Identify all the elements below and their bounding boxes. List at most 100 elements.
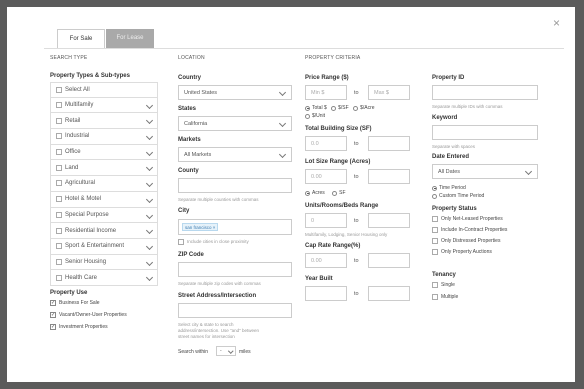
- checkbox[interactable]: [432, 216, 438, 222]
- status-auctions[interactable]: Only Property Auctions: [432, 249, 492, 255]
- checkbox[interactable]: [432, 227, 438, 233]
- radio-per-acre[interactable]: [353, 105, 359, 111]
- checkbox[interactable]: [56, 86, 62, 93]
- chevron-down-icon[interactable]: [145, 195, 154, 203]
- checkbox[interactable]: [432, 238, 438, 244]
- property-type-senior-housing[interactable]: Senior Housing: [50, 254, 158, 271]
- status-distressed[interactable]: Only Distressed Properties: [432, 238, 500, 244]
- chevron-down-icon[interactable]: [145, 117, 154, 125]
- price-min-input[interactable]: Min $: [305, 85, 347, 100]
- address-input[interactable]: [178, 303, 292, 318]
- zip-input[interactable]: [178, 262, 292, 277]
- checkbox[interactable]: [178, 239, 184, 245]
- units-max-input[interactable]: [368, 213, 410, 228]
- property-type-land[interactable]: Land: [50, 160, 158, 177]
- property-type-industrial[interactable]: Industrial: [50, 129, 158, 145]
- cap-rate-max-input[interactable]: [368, 253, 410, 268]
- building-size-min-input[interactable]: 0.0: [305, 136, 347, 151]
- checkbox[interactable]: [56, 117, 62, 124]
- radio-per-unit[interactable]: [305, 113, 310, 119]
- property-type-retail[interactable]: Retail: [50, 113, 158, 130]
- checkbox[interactable]: [56, 164, 62, 171]
- checkbox[interactable]: [56, 243, 62, 250]
- states-select[interactable]: California: [178, 116, 292, 131]
- checkbox[interactable]: [56, 180, 62, 187]
- property-type-agricultural[interactable]: Agricultural: [50, 176, 158, 192]
- property-id-input[interactable]: [432, 85, 538, 100]
- radio-per-sf[interactable]: [331, 105, 337, 111]
- keyword-input[interactable]: [432, 125, 538, 140]
- status-label: Include In-Contract Properties: [441, 227, 508, 233]
- chevron-down-icon[interactable]: [145, 180, 154, 188]
- radio-total[interactable]: [305, 105, 310, 111]
- radio-custom-time-period[interactable]: [432, 193, 437, 199]
- checkbox[interactable]: [56, 211, 62, 218]
- checkbox-checked[interactable]: ✓: [50, 300, 56, 306]
- use-business-for-sale[interactable]: ✓ Business For Sale: [50, 300, 100, 306]
- checkbox[interactable]: [432, 294, 438, 300]
- checkbox[interactable]: [56, 274, 62, 281]
- chevron-down-icon[interactable]: [145, 164, 154, 172]
- checkbox[interactable]: [56, 102, 62, 109]
- tenancy-single[interactable]: Single: [432, 282, 455, 288]
- checkbox-checked[interactable]: ✓: [50, 324, 56, 330]
- city-chip[interactable]: san francisco ×: [182, 223, 219, 231]
- property-type-select-all[interactable]: Select All: [50, 82, 158, 98]
- radio-acres[interactable]: [305, 190, 310, 196]
- markets-value: All Markets: [184, 151, 212, 158]
- checkbox[interactable]: [56, 149, 62, 156]
- markets-select[interactable]: All Markets: [178, 147, 292, 162]
- price-max-input[interactable]: Max $: [368, 85, 410, 100]
- chevron-down-icon[interactable]: [145, 211, 154, 219]
- units-min-input[interactable]: 0: [305, 213, 347, 228]
- include-nearby-cities[interactable]: Include cities in close proximity: [178, 239, 249, 245]
- property-type-residential-income[interactable]: Residential Income: [50, 223, 158, 239]
- property-type-health-care[interactable]: Health Care: [50, 270, 158, 286]
- use-investment[interactable]: ✓ Investment Properties: [50, 324, 108, 330]
- building-size-max-input[interactable]: [368, 136, 410, 151]
- lot-size-min-input[interactable]: 0.00: [305, 169, 347, 184]
- close-icon[interactable]: ×: [553, 17, 560, 29]
- year-built-min-input[interactable]: [305, 286, 347, 301]
- chevron-down-icon[interactable]: [145, 133, 154, 141]
- status-net-leased[interactable]: Only Net-Leased Properties: [432, 216, 503, 222]
- county-input[interactable]: [178, 178, 292, 193]
- date-entered-select[interactable]: All Dates: [432, 164, 538, 179]
- checkbox[interactable]: [432, 249, 438, 255]
- tenancy-option-label: Multiple: [441, 294, 459, 300]
- checkbox-checked[interactable]: ✓: [50, 312, 56, 318]
- checkbox[interactable]: [56, 196, 62, 203]
- lot-size-max-input[interactable]: [368, 169, 410, 184]
- miles-value: -: [220, 348, 222, 354]
- property-type-multifamily[interactable]: Multifamily: [50, 97, 158, 114]
- chevron-down-icon[interactable]: [145, 227, 154, 235]
- radio-sf[interactable]: [332, 190, 338, 196]
- property-type-hotel-motel[interactable]: Hotel & Motel: [50, 191, 158, 208]
- radio-time-period[interactable]: [432, 185, 437, 191]
- type-label: Industrial: [65, 133, 90, 140]
- tab-for-sale[interactable]: For Sale: [57, 29, 105, 48]
- to-label: to: [354, 218, 359, 224]
- tab-for-lease[interactable]: For Lease: [106, 29, 154, 48]
- chevron-down-icon[interactable]: [145, 258, 154, 266]
- chevron-down-icon[interactable]: [145, 274, 154, 282]
- property-type-office[interactable]: Office: [50, 144, 158, 161]
- chevron-down-icon[interactable]: [145, 101, 154, 109]
- checkbox[interactable]: [56, 258, 62, 265]
- use-vacant-owner-user[interactable]: ✓ Vacant/Owner-User Properties: [50, 312, 127, 318]
- property-type-sport-entertainment[interactable]: Sport & Entertainment: [50, 238, 158, 255]
- property-type-special-purpose[interactable]: Special Purpose: [50, 207, 158, 224]
- checkbox[interactable]: [56, 133, 62, 140]
- miles-select[interactable]: -: [216, 346, 236, 356]
- year-built-max-input[interactable]: [368, 286, 410, 301]
- tenancy-multiple[interactable]: Multiple: [432, 294, 458, 300]
- type-label: Retail: [65, 117, 81, 124]
- checkbox[interactable]: [56, 227, 62, 234]
- chevron-down-icon[interactable]: [145, 242, 154, 250]
- country-select[interactable]: United States: [178, 85, 292, 100]
- cap-rate-min-input[interactable]: 0.00: [305, 253, 347, 268]
- checkbox[interactable]: [432, 282, 438, 288]
- status-in-contract[interactable]: Include In-Contract Properties: [432, 227, 507, 233]
- type-label: Land: [65, 164, 79, 171]
- chevron-down-icon[interactable]: [145, 148, 154, 156]
